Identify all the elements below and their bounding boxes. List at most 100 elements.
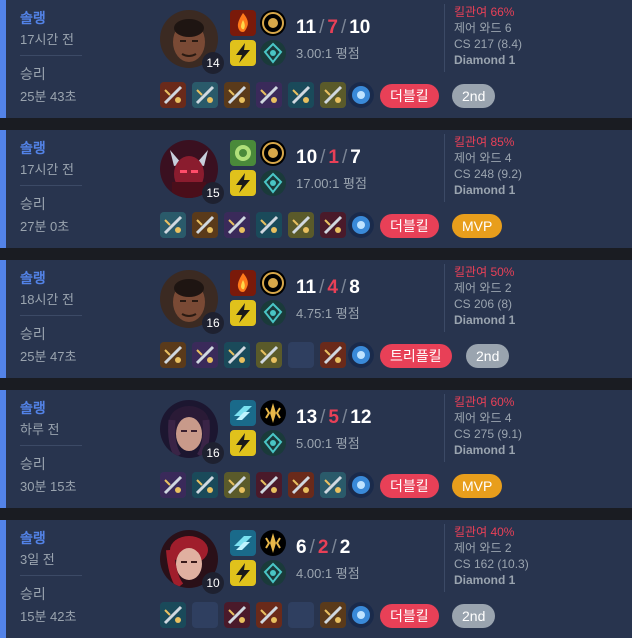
item-icon[interactable] [192, 212, 218, 238]
rune-conqueror-icon[interactable] [260, 140, 286, 166]
ward-icon[interactable] [348, 602, 374, 628]
item-icon[interactable] [256, 342, 282, 368]
kda-separator: / [342, 147, 348, 168]
item-icon[interactable] [224, 602, 250, 628]
creep-score: CS 217 (8.4) [454, 37, 523, 51]
kda: 6/2/2 [296, 537, 350, 559]
kills: 11 [296, 277, 317, 298]
ward-icon[interactable] [348, 472, 374, 498]
item-icon[interactable] [320, 602, 346, 628]
match-stats: 킬관여 60% 제어 와드 4 CS 275 (9.1) Diamond 1 [444, 394, 584, 462]
item-icon[interactable] [256, 472, 282, 498]
kill-participation: 킬관여 40% [454, 525, 515, 539]
item-icon[interactable] [224, 212, 250, 238]
average-tier: Diamond 1 [454, 53, 516, 67]
empty-item-slot[interactable] [192, 602, 218, 628]
rune-conqueror-icon[interactable] [260, 10, 286, 36]
spell-ignite-icon[interactable] [230, 270, 256, 296]
match-card[interactable]: 솔랭 하루 전 승리 30분 15초 16 13/5/12 5.00:1 평점 킬관여 60%… [0, 390, 632, 508]
item-icon[interactable] [288, 472, 314, 498]
kda: 10/1/7 [296, 147, 361, 169]
match-card[interactable]: 솔랭 18시간 전 승리 25분 47초 16 11/4/8 4.75:1 평점 킬관여 50… [0, 260, 632, 378]
item-icon[interactable] [160, 212, 186, 238]
average-tier: Diamond 1 [454, 573, 516, 587]
kill-participation: 킬관여 50% [454, 265, 515, 279]
spell-teleport-icon[interactable] [230, 140, 256, 166]
multikill-badge: 더블킬 [380, 84, 439, 108]
item-icon[interactable] [320, 342, 346, 368]
control-wards: 제어 와드 4 [454, 411, 512, 425]
ward-icon[interactable] [348, 82, 374, 108]
divider [20, 445, 82, 446]
item-icon[interactable] [256, 82, 282, 108]
kda-ratio: 5.00:1 평점 [296, 436, 360, 451]
item-icon[interactable] [256, 602, 282, 628]
champion-level: 14 [202, 52, 224, 74]
kda-separator: / [319, 277, 325, 298]
rune-inspiration-icon[interactable] [260, 430, 286, 456]
champion-level: 15 [202, 182, 224, 204]
item-icon[interactable] [160, 82, 186, 108]
item-icon[interactable] [288, 82, 314, 108]
item-icon[interactable] [320, 472, 346, 498]
item-icon[interactable] [256, 212, 282, 238]
spell-flash-icon[interactable] [230, 300, 256, 326]
kda-separator: / [331, 537, 337, 558]
item-icon[interactable] [192, 82, 218, 108]
rune-inspiration-icon[interactable] [260, 40, 286, 66]
match-result: 승리 [20, 456, 46, 472]
kda-separator: / [340, 277, 347, 298]
assists: 8 [349, 277, 360, 298]
item-icon[interactable] [192, 342, 218, 368]
item-icon[interactable] [160, 472, 186, 498]
match-card[interactable]: 솔랭 17시간 전 승리 25분 43초 14 11/7/10 3.00:1 평점 킬관여 6… [0, 0, 632, 118]
kda-ratio: 4.75:1 평점 [296, 306, 360, 321]
item-icon[interactable] [320, 82, 346, 108]
match-duration: 30분 15초 [20, 479, 77, 494]
empty-item-slot[interactable] [288, 602, 314, 628]
award-badge: MVP [452, 474, 503, 498]
kda-separator: / [320, 407, 326, 428]
item-icon[interactable] [224, 472, 250, 498]
divider [20, 55, 82, 56]
time-ago: 18시간 전 [20, 292, 74, 307]
rune-inspiration-icon[interactable] [260, 300, 286, 326]
deaths: 5 [328, 407, 339, 428]
item-icon[interactable] [160, 602, 186, 628]
ward-icon[interactable] [348, 342, 374, 368]
kill-participation: 킬관여 66% [454, 5, 515, 19]
spell-ignite-icon[interactable] [230, 10, 256, 36]
spell-ghost-icon[interactable] [230, 530, 256, 556]
item-icon[interactable] [288, 212, 314, 238]
deaths: 2 [317, 537, 329, 558]
rune-inspiration-icon[interactable] [260, 170, 286, 196]
match-card[interactable]: 솔랭 17시간 전 승리 27분 0초 15 10/1/7 17.00:1 평점 킬관여 85… [0, 130, 632, 248]
rune-lethal-tempo-icon[interactable] [260, 400, 286, 426]
kda-separator: / [320, 147, 326, 168]
spell-flash-icon[interactable] [230, 40, 256, 66]
control-wards: 제어 와드 4 [454, 151, 512, 165]
queue-type: 솔랭 [20, 530, 46, 546]
empty-item-slot[interactable] [288, 342, 314, 368]
item-icon[interactable] [160, 342, 186, 368]
spell-flash-icon[interactable] [230, 430, 256, 456]
item-icon[interactable] [320, 212, 346, 238]
kda: 11/7/10 [296, 17, 370, 39]
item-icon[interactable] [224, 342, 250, 368]
assists: 7 [350, 147, 361, 168]
champion-level: 10 [202, 572, 224, 594]
spell-flash-icon[interactable] [230, 560, 256, 586]
item-icon[interactable] [224, 82, 250, 108]
kills: 6 [296, 537, 307, 558]
spell-flash-icon[interactable] [230, 170, 256, 196]
rune-lethal-tempo-icon[interactable] [260, 530, 286, 556]
ward-icon[interactable] [348, 212, 374, 238]
average-tier: Diamond 1 [454, 183, 516, 197]
rune-conqueror-icon[interactable] [260, 270, 286, 296]
award-badge: 2nd [466, 344, 510, 368]
item-icon[interactable] [192, 472, 218, 498]
rune-inspiration-icon[interactable] [260, 560, 286, 586]
match-card[interactable]: 솔랭 3일 전 승리 15분 42초 10 6/2/2 4.00:1 평점 킬관여 40% 제어… [0, 520, 632, 638]
kda-separator: / [340, 17, 347, 38]
spell-ghost-icon[interactable] [230, 400, 256, 426]
